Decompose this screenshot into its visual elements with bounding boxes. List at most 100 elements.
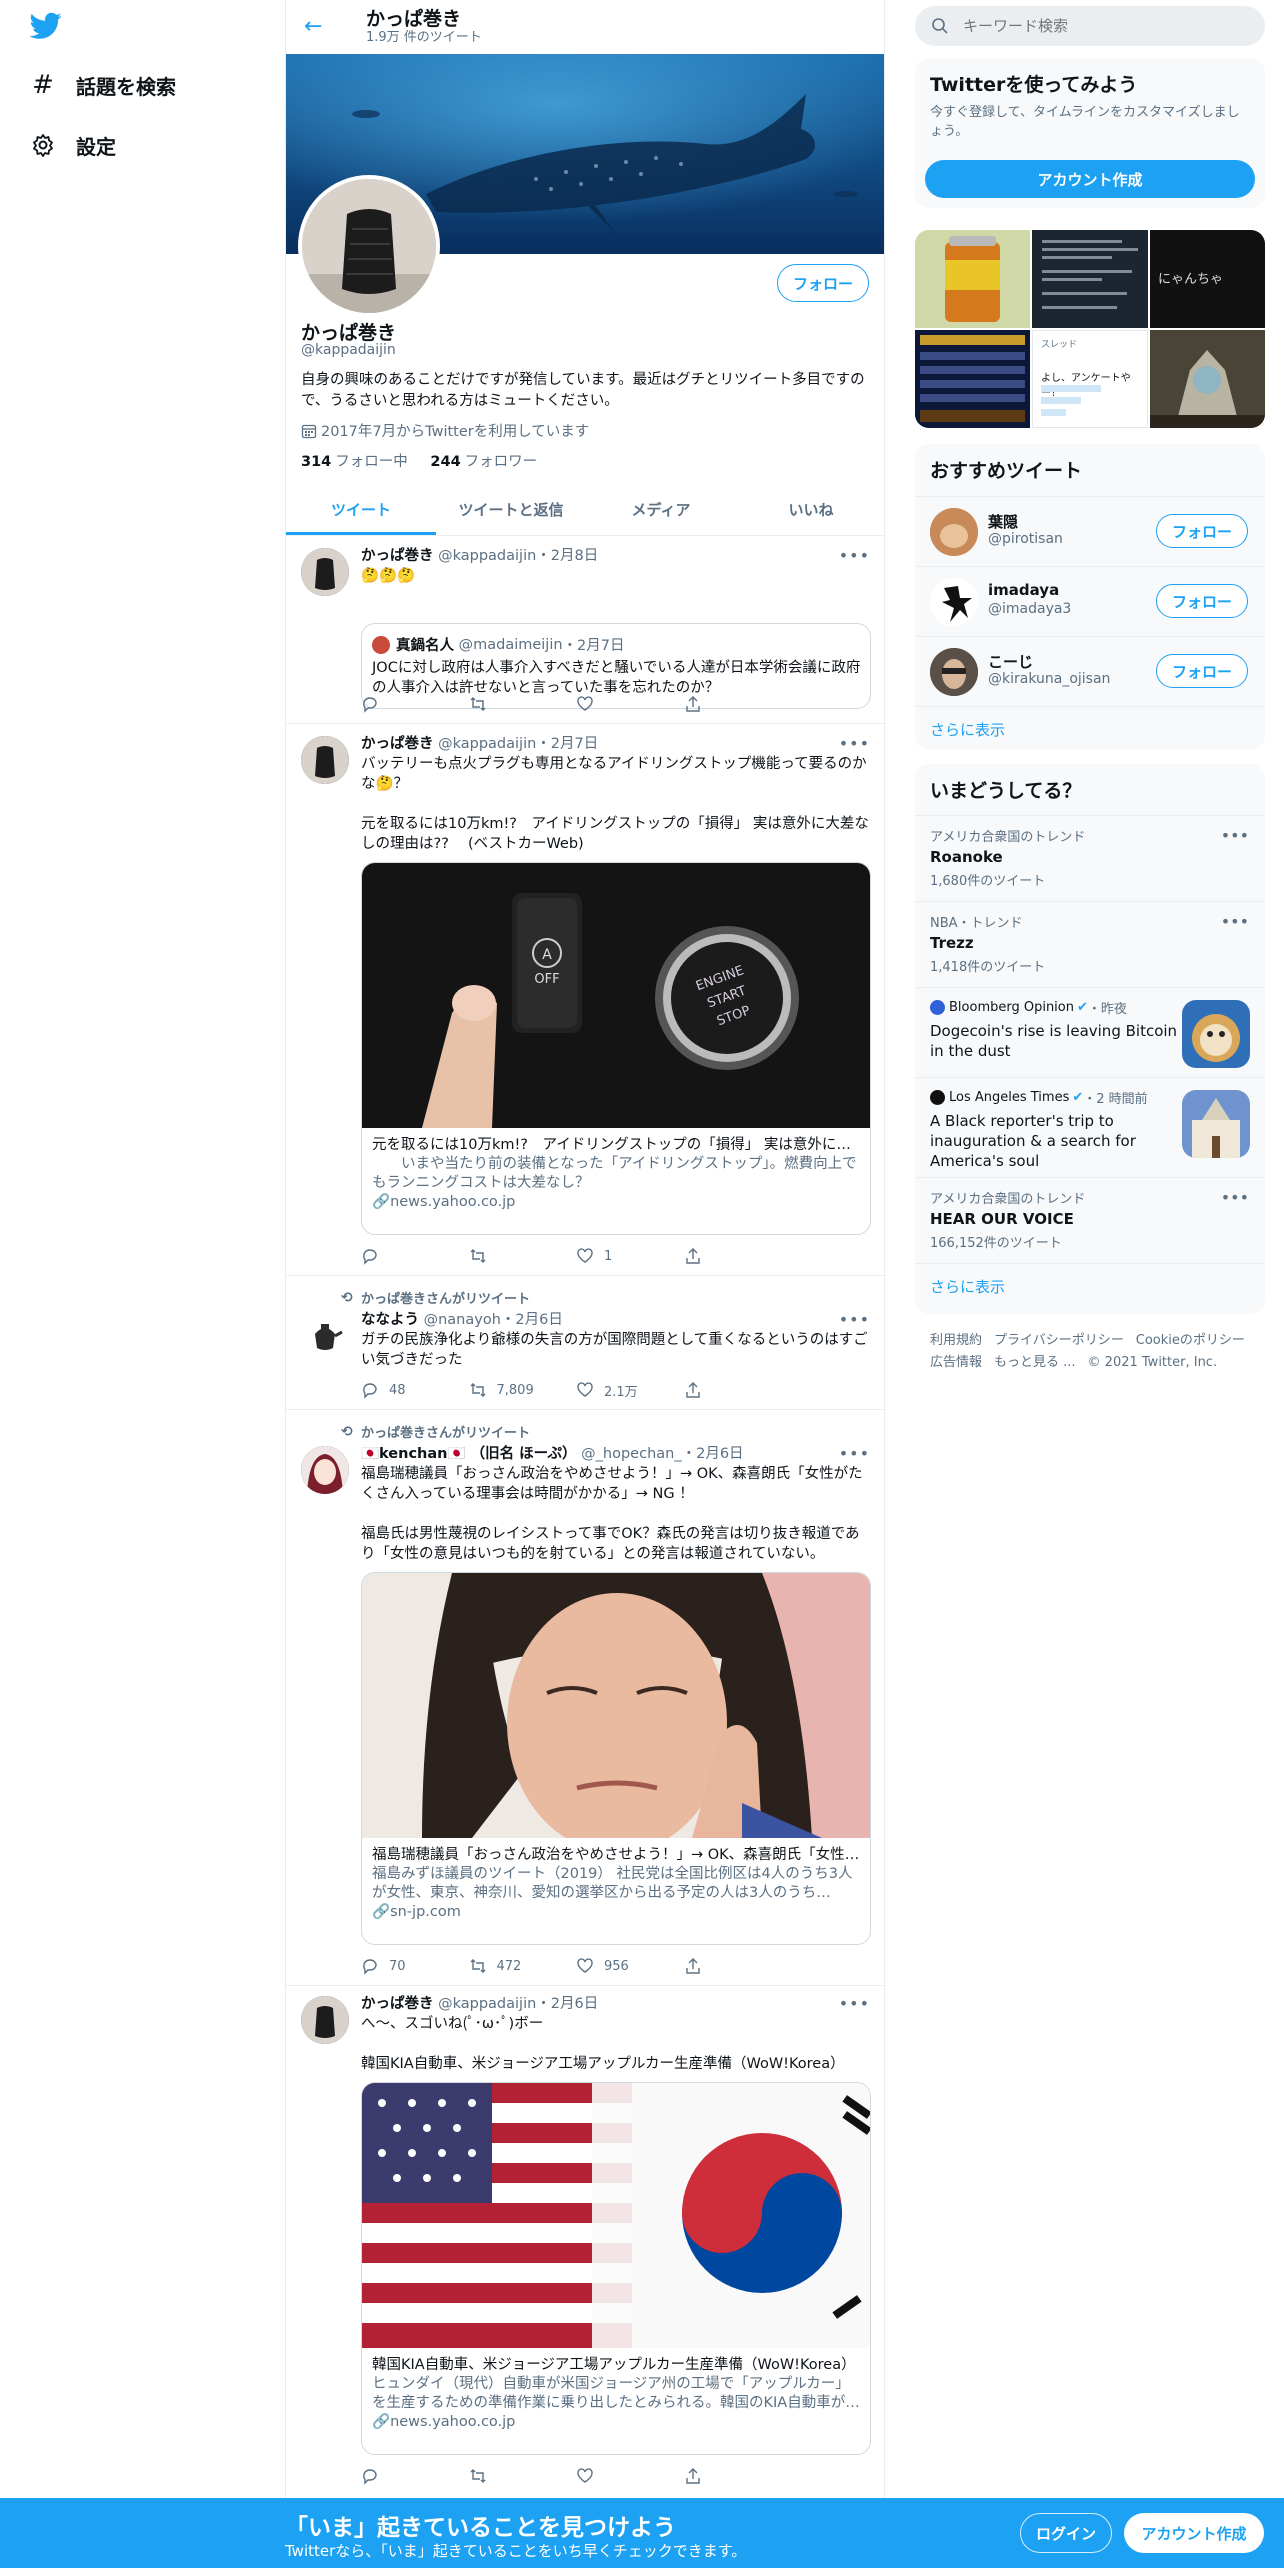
media-thumb[interactable] — [1032, 230, 1148, 328]
nav-settings[interactable]: 設定 — [30, 125, 116, 165]
more-icon[interactable]: ••• — [839, 734, 870, 753]
more-icon[interactable]: ••• — [1221, 912, 1249, 931]
like-button[interactable]: 2.1万 — [576, 1380, 684, 1400]
tweet-author-handle[interactable]: @kappadaijin — [438, 736, 536, 752]
share-button[interactable] — [684, 694, 792, 714]
signup-box-create-account-button[interactable]: アカウント作成 — [925, 160, 1255, 198]
more-icon[interactable]: ••• — [1221, 1188, 1249, 1207]
who-to-follow-show-more[interactable]: さらに表示 — [915, 706, 1265, 750]
tweet-author-name[interactable]: かっぱ巻き — [361, 1996, 434, 2012]
trend-item[interactable]: アメリカ合衆国のトレンド Roanoke 1,680件のツイート ••• — [915, 815, 1265, 901]
like-button[interactable]: 1 — [576, 1246, 684, 1266]
footer-cookie-link[interactable]: Cookieのポリシー — [1136, 1333, 1245, 1348]
news-item[interactable]: Los Angeles Times ✔ ・2 時間前 A Black reporte… — [915, 1077, 1265, 1177]
tab-media[interactable]: メディア — [586, 484, 736, 535]
header-tweet-count: 1.9万 件のツイート — [366, 30, 482, 45]
retweet-button[interactable] — [469, 2466, 577, 2486]
tweet[interactable]: かっぱ巻き @kappadaijin・2月7日 バッテリーも点火プラグも専用とな… — [286, 724, 884, 1276]
search-bar[interactable] — [915, 6, 1265, 46]
more-icon[interactable]: ••• — [839, 1994, 870, 2013]
more-icon[interactable]: ••• — [839, 546, 870, 565]
tweet[interactable]: かっぱ巻き @kappadaijin・2月8日 🤔🤔🤔 ••• 真鍋名人 @ma… — [286, 536, 884, 724]
tab-tweets[interactable]: ツイート — [286, 484, 436, 535]
retweet-button[interactable]: 7,809 — [469, 1380, 577, 1400]
tweet-date[interactable]: ・2月7日 — [536, 736, 598, 752]
tweet-date[interactable]: ・2月8日 — [536, 548, 598, 564]
more-icon[interactable]: ••• — [839, 1444, 870, 1463]
follow-button[interactable]: フォロー — [1156, 584, 1248, 618]
tab-tweets-and-replies[interactable]: ツイートと返信 — [436, 484, 586, 535]
profile-avatar[interactable] — [298, 175, 440, 317]
tweet-avatar[interactable] — [301, 1996, 349, 2044]
tweet-avatar[interactable] — [301, 736, 349, 784]
back-arrow-icon[interactable]: ← — [304, 16, 326, 38]
tweet-avatar[interactable] — [301, 1446, 349, 1494]
retweet-button[interactable] — [469, 694, 577, 714]
nav-explore[interactable]: # 話題を検索 — [30, 65, 176, 105]
reply-button[interactable] — [361, 1246, 469, 1266]
media-thumb[interactable]: にゃんちゃ — [1150, 230, 1265, 328]
tab-likes[interactable]: いいね — [736, 484, 884, 535]
tweet-author-name[interactable]: 🇯🇵kenchan🇯🇵 （旧名 ほーぷ） — [361, 1446, 577, 1462]
twitter-logo-icon[interactable] — [30, 12, 62, 40]
followers-stat[interactable]: 244 フォロワー — [430, 454, 537, 470]
profile-follow-button[interactable]: フォロー — [777, 264, 869, 302]
link-card[interactable]: 韓国KIA自動車、米ジョージア工場アップルカー生産準備（WoW!Korea） ヒ… — [361, 2082, 871, 2455]
retweet-button[interactable]: 472 — [469, 1956, 577, 1976]
media-thumb[interactable]: スレッド よし、アンケートやー！ — [1032, 330, 1148, 428]
tweet[interactable]: かっぱ巻き @kappadaijin・2月6日 へ〜、スゴいね(ﾟ･ω･ﾟ)ボー… — [286, 1986, 884, 2498]
share-button[interactable] — [684, 1956, 792, 1976]
footer-privacy-link[interactable]: プライバシーポリシー — [994, 1333, 1124, 1348]
tweet[interactable]: ⟲ かっぱ巻きさんがリツイート 🇯🇵kenchan🇯🇵 （旧名 ほーぷ） @_ho… — [286, 1410, 884, 1986]
like-button[interactable] — [576, 2466, 684, 2486]
search-input[interactable] — [963, 17, 1223, 35]
link-card[interactable]: A OFF ENGINE START STOP 元を取るには10万km!? アイ… — [361, 862, 871, 1235]
footer-more-link[interactable]: もっと見る ... — [994, 1355, 1076, 1370]
more-icon[interactable]: ••• — [839, 1310, 870, 1329]
more-icon[interactable]: ••• — [1221, 826, 1249, 845]
tweet-author-name[interactable]: かっぱ巻き — [361, 736, 434, 752]
trends-show-more[interactable]: さらに表示 — [915, 1263, 1265, 1309]
retweet-button[interactable] — [469, 1246, 577, 1266]
tweet-author-name[interactable]: ななよう — [361, 1312, 419, 1328]
tweet-author-handle[interactable]: @nanayoh — [424, 1312, 501, 1328]
suggested-user[interactable]: こーじ @kirakuna_ojisan フォロー — [915, 636, 1265, 706]
like-button[interactable]: 956 — [576, 1956, 684, 1976]
link-card[interactable]: 福島瑞穂議員「おっさん政治をやめさせよう！」→ OK、森喜朗氏「女性がたくさん入… — [361, 1572, 871, 1945]
footer-ads-link[interactable]: 広告情報 — [930, 1355, 982, 1370]
tweet-author-name[interactable]: かっぱ巻き — [361, 548, 434, 564]
reply-button[interactable] — [361, 2466, 469, 2486]
media-thumb[interactable] — [1150, 330, 1265, 428]
trend-item[interactable]: アメリカ合衆国のトレンド HEAR OUR VOICE 166,152件のツイー… — [915, 1177, 1265, 1263]
tweet-date[interactable]: ・2月6日 — [536, 1996, 598, 2012]
media-thumb[interactable] — [915, 230, 1030, 328]
suggested-user[interactable]: imadaya @imadaya3 フォロー — [915, 566, 1265, 636]
reply-button[interactable]: 70 — [361, 1956, 469, 1976]
reply-button[interactable] — [361, 694, 469, 714]
trend-count: 166,152件のツイート — [930, 1236, 1062, 1251]
media-thumb[interactable] — [915, 330, 1030, 428]
follow-button[interactable]: フォロー — [1156, 654, 1248, 688]
share-button[interactable] — [684, 2466, 792, 2486]
signup-button[interactable]: アカウント作成 — [1124, 2513, 1264, 2553]
trend-item[interactable]: NBA・トレンド Trezz 1,418件のツイート ••• — [915, 901, 1265, 987]
tweet-avatar[interactable] — [301, 548, 349, 596]
tweet-avatar[interactable] — [301, 1312, 349, 1360]
login-button[interactable]: ログイン — [1020, 2513, 1112, 2553]
news-item[interactable]: Bloomberg Opinion ✔ ・昨夜 Dogecoin's rise is… — [915, 987, 1265, 1077]
share-button[interactable] — [684, 1380, 792, 1400]
tweet-date[interactable]: ・2月6日 — [682, 1446, 744, 1462]
follow-button[interactable]: フォロー — [1156, 514, 1248, 548]
footer-terms-link[interactable]: 利用規約 — [930, 1333, 982, 1348]
quote-author-name: 真鍋名人 — [396, 638, 454, 654]
suggested-user[interactable]: 葉隠 @pirotisan フォロー — [915, 496, 1265, 566]
tweet-date[interactable]: ・2月6日 — [501, 1312, 563, 1328]
reply-button[interactable]: 48 — [361, 1380, 469, 1400]
tweet-author-handle[interactable]: @kappadaijin — [438, 1996, 536, 2012]
tweet-author-handle[interactable]: @kappadaijin — [438, 548, 536, 564]
like-button[interactable] — [576, 694, 684, 714]
tweet[interactable]: ⟲ かっぱ巻きさんがリツイート ななよう @nanayoh・2月6日 ガチの民族浄… — [286, 1276, 884, 1410]
share-button[interactable] — [684, 1246, 792, 1266]
following-stat[interactable]: 314 フォロー中 — [301, 454, 408, 470]
tweet-author-handle[interactable]: @_hopechan_ — [581, 1446, 681, 1462]
